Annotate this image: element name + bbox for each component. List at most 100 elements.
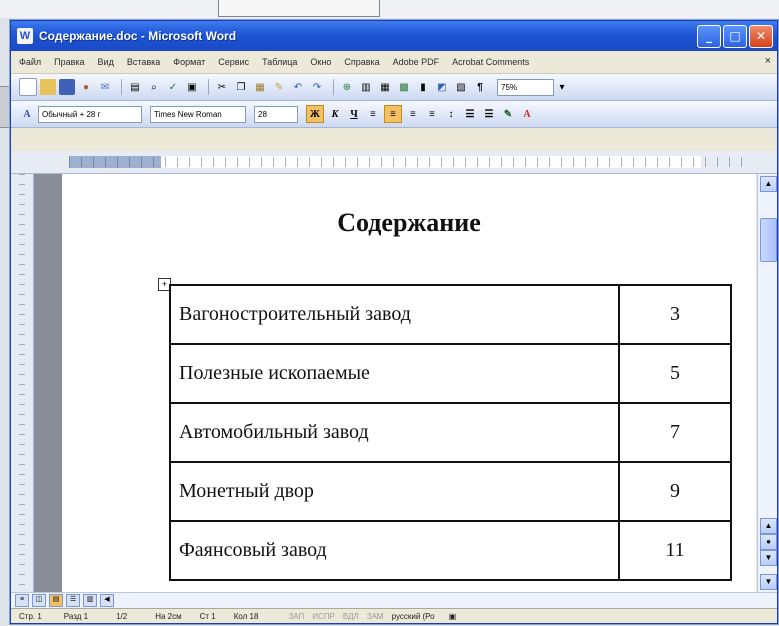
scrollbar-thumb[interactable] <box>760 218 777 262</box>
menu-table[interactable]: Таблица <box>262 57 297 67</box>
toc-entry-title[interactable]: Фаянсовый завод <box>169 520 620 581</box>
print-preview-icon[interactable]: ⌕ <box>146 79 162 95</box>
copy-icon[interactable]: ❐ <box>233 79 249 95</box>
toc-entry-page[interactable]: 5 <box>618 343 732 404</box>
hyperlink-icon[interactable]: ⊕ <box>339 79 355 95</box>
close-document-icon[interactable]: × <box>765 55 771 67</box>
outline-view-icon[interactable]: ☰ <box>66 594 80 607</box>
tables-borders-icon[interactable]: ▥ <box>358 79 374 95</box>
vertical-ruler[interactable] <box>11 174 34 592</box>
menu-tools[interactable]: Сервис <box>218 57 249 67</box>
menu-help[interactable]: Справка <box>344 57 379 67</box>
menu-bar: Файл Правка Вид Вставка Формат Сервис Та… <box>11 51 777 74</box>
toc-entry-title[interactable]: Автомобильный завод <box>169 402 620 463</box>
justify-icon[interactable]: ≡ <box>424 106 440 122</box>
new-document-icon[interactable] <box>19 78 37 96</box>
style-combo[interactable]: Обычный + 28 г <box>38 105 142 123</box>
close-button[interactable]: ✕ <box>749 24 773 48</box>
styles-pane-icon[interactable]: A <box>19 106 35 122</box>
toc-entry-title[interactable]: Полезные ископаемые <box>169 343 620 404</box>
document-page[interactable]: Содержание + Вагоностроительный завод 3 … <box>62 174 756 592</box>
menu-acrobat-comments[interactable]: Acrobat Comments <box>452 57 529 67</box>
normal-view-icon[interactable]: ≡ <box>15 594 29 607</box>
menu-file[interactable]: Файл <box>19 57 41 67</box>
menu-format[interactable]: Формат <box>173 57 205 67</box>
toc-entry-page[interactable]: 9 <box>618 461 732 522</box>
toc-entry-title[interactable]: Монетный двор <box>169 461 620 522</box>
ruler-ticks <box>69 157 749 167</box>
numbering-icon[interactable]: ☰ <box>462 106 478 122</box>
status-language[interactable]: русский (Ро <box>392 612 435 621</box>
font-combo[interactable]: Times New Roman <box>150 105 246 123</box>
menu-view[interactable]: Вид <box>98 57 114 67</box>
vertical-scrollbar[interactable]: ▲ ▲ ● ▼ ▼ <box>757 174 777 592</box>
menu-adobe-pdf[interactable]: Adobe PDF <box>393 57 440 67</box>
italic-button[interactable]: К <box>327 106 343 122</box>
status-extend-selection[interactable]: ВДЛ <box>343 612 359 621</box>
web-layout-icon[interactable]: ◫ <box>32 594 46 607</box>
table-row: Фаянсовый завод 11 <box>169 520 732 581</box>
insert-excel-icon[interactable]: ▩ <box>396 79 412 95</box>
zoom-combo[interactable]: 75% <box>497 78 554 96</box>
save-icon[interactable] <box>59 79 75 95</box>
font-color-icon[interactable]: A <box>519 106 535 122</box>
status-overtype[interactable]: ЗАМ <box>367 612 384 621</box>
previous-page-icon[interactable]: ▲ <box>760 518 777 534</box>
status-page-count: 1/2 <box>116 612 128 621</box>
print-icon[interactable]: ▤ <box>127 79 143 95</box>
horizontal-ruler[interactable] <box>11 151 777 174</box>
status-line: Ст 1 <box>199 612 216 621</box>
open-folder-icon[interactable] <box>40 79 56 95</box>
document-map-icon[interactable]: ▧ <box>453 79 469 95</box>
status-track-changes[interactable]: ИСПР <box>312 612 335 621</box>
line-spacing-icon[interactable]: ↕ <box>443 106 459 122</box>
permission-icon[interactable]: ● <box>78 79 94 95</box>
reading-layout-icon[interactable]: ▥ <box>83 594 97 607</box>
format-painter-icon[interactable]: ✎ <box>271 79 287 95</box>
toc-entry-page[interactable]: 11 <box>618 520 732 581</box>
insert-table-icon[interactable]: ▦ <box>377 79 393 95</box>
status-record-macro[interactable]: ЗАП <box>288 612 304 621</box>
bold-button[interactable]: Ж <box>306 105 324 123</box>
cut-icon[interactable]: ✂ <box>214 79 230 95</box>
underline-button[interactable]: Ч <box>346 106 362 122</box>
align-left-icon[interactable]: ≡ <box>365 106 381 122</box>
next-page-icon[interactable]: ▼ <box>760 550 777 566</box>
status-section: Разд 1 <box>63 612 89 621</box>
toc-entry-page[interactable]: 7 <box>618 402 732 463</box>
align-right-icon[interactable]: ≡ <box>405 106 421 122</box>
menu-window[interactable]: Окно <box>310 57 331 67</box>
columns-icon[interactable]: ▮ <box>415 79 431 95</box>
scroll-down-icon[interactable]: ▼ <box>760 574 777 590</box>
minimize-button[interactable]: _ <box>697 24 721 48</box>
menu-insert[interactable]: Вставка <box>127 57 160 67</box>
status-page: Стр. 1 <box>19 612 42 621</box>
research-icon[interactable]: ▣ <box>184 79 200 95</box>
drawing-icon[interactable]: ◩ <box>434 79 450 95</box>
status-bar: Стр. 1 Разд 1 1/2 На 2см Ст 1 Кол 18 ЗАП… <box>11 608 777 623</box>
scroll-left-icon[interactable]: ◀ <box>100 594 114 607</box>
title-bar[interactable]: W Содержание.doc - Microsoft Word _ □ ✕ <box>11 21 777 51</box>
menu-edit[interactable]: Правка <box>54 57 84 67</box>
paste-icon[interactable]: ▦ <box>252 79 268 95</box>
zoom-dropdown-icon[interactable]: ▾ <box>554 79 570 95</box>
scroll-up-icon[interactable]: ▲ <box>760 176 777 192</box>
toc-entry-title[interactable]: Вагоностроительный завод <box>169 284 620 345</box>
font-size-combo[interactable]: 28 <box>254 105 298 123</box>
toc-entry-page[interactable]: 3 <box>618 284 732 345</box>
word-app-icon[interactable]: W <box>17 28 33 44</box>
table-row: Полезные ископаемые 5 <box>169 343 732 404</box>
email-icon[interactable]: ✉ <box>97 79 113 95</box>
highlight-icon[interactable]: ✎ <box>500 106 516 122</box>
show-hide-icon[interactable]: ¶ <box>472 79 488 95</box>
select-browse-object-icon[interactable]: ● <box>760 534 777 550</box>
spelling-status-icon[interactable]: ▣ <box>449 612 457 621</box>
spelling-icon[interactable]: ✓ <box>165 79 181 95</box>
undo-icon[interactable]: ↶ <box>290 79 306 95</box>
maximize-button[interactable]: □ <box>723 24 747 48</box>
toolbar-separator <box>208 79 209 95</box>
print-layout-icon[interactable]: ▤ <box>49 594 63 607</box>
redo-icon[interactable]: ↷ <box>309 79 325 95</box>
align-center-icon[interactable]: ≡ <box>384 105 402 123</box>
bullets-icon[interactable]: ☰ <box>481 106 497 122</box>
